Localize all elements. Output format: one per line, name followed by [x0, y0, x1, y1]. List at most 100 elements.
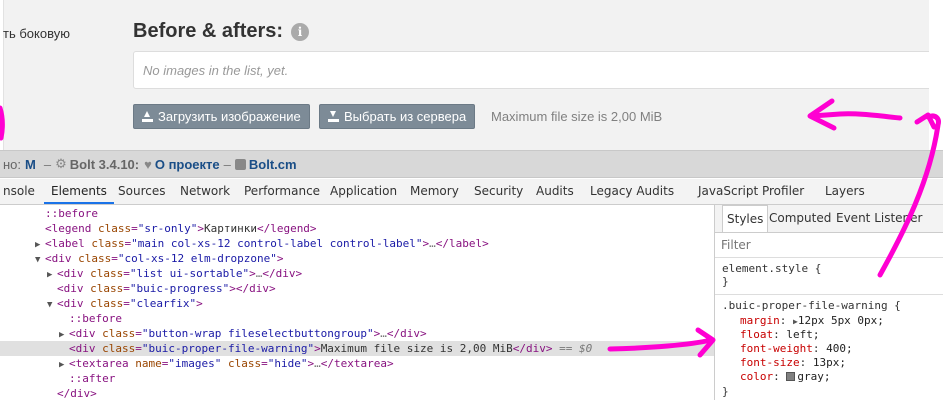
tag-close-bracket: > — [249, 267, 256, 280]
attr-name: class — [90, 282, 124, 295]
tab-elements[interactable]: Elements — [44, 179, 114, 204]
tag-open: <label — [45, 237, 85, 250]
node-text: Maximum file size is 2,00 MiB — [320, 342, 513, 355]
attr-value: "clearfix" — [129, 297, 197, 310]
footer-bolt-link[interactable]: Bolt.cm — [249, 157, 297, 172]
attr-name: class — [102, 342, 136, 355]
tab-sources[interactable]: Sources — [118, 179, 165, 204]
css-rule-selector[interactable]: .buic-proper-file-warning { — [722, 299, 901, 313]
css-decl-margin[interactable]: margin: ▶12px 5px 0px; — [740, 314, 884, 328]
tab-javascript-profiler[interactable]: JavaScript Profiler — [698, 179, 804, 204]
dom-node-pseudo[interactable]: ::after — [0, 371, 714, 386]
attr-value: "images" — [168, 357, 222, 370]
tab-layers[interactable]: Layers — [825, 179, 865, 204]
attr-name: class — [102, 327, 136, 340]
tag-open: <legend — [45, 222, 92, 235]
select-from-server-button[interactable]: Выбрать из сервера — [319, 104, 476, 129]
footer-user-link[interactable]: M — [25, 157, 36, 172]
attr-value: "list ui-sortable" — [129, 267, 250, 280]
footer-prefix: но: — [3, 156, 22, 172]
tag-end: </div> — [512, 342, 553, 355]
dom-node-clearfix[interactable]: ▼ <div class="clearfix"> — [0, 296, 714, 311]
ellipsis: … — [380, 327, 387, 340]
dom-node-legend[interactable]: <legend class="sr-only">Картинки</legend… — [0, 221, 714, 236]
dom-node-label[interactable]: ▶ <label class="main col-xs-12 control-la… — [0, 236, 714, 251]
images-empty-placeholder: No images in the list, yet. — [143, 63, 289, 78]
tag-open: <div — [57, 282, 84, 295]
tab-performance[interactable]: Performance — [244, 179, 320, 204]
ellipsis: … — [314, 357, 321, 370]
styles-filter-row — [715, 234, 943, 258]
attr-name: class — [227, 357, 262, 370]
css-value: gray; — [797, 370, 831, 383]
page-area: ть боковую Before & afters: i No images … — [0, 0, 943, 150]
section-title-text: Before & afters: — [133, 20, 284, 42]
info-icon[interactable]: i — [291, 22, 310, 41]
dom-node-progress[interactable]: <div class="buic-progress"></div> — [0, 281, 714, 296]
pseudo-before: ::before — [69, 312, 122, 325]
tag-close-bracket: > — [276, 252, 284, 265]
element-style-rule[interactable]: element.style { } — [722, 262, 821, 288]
node-text: Картинки — [203, 222, 257, 235]
tab-security[interactable]: Security — [474, 179, 523, 204]
footer-separator: – — [43, 156, 52, 172]
dom-node-list[interactable]: ▶ <div class="list ui-sortable">…</div> — [0, 266, 714, 281]
tag-open: <div — [69, 342, 96, 355]
dom-node-dropzone[interactable]: ▼ <div class="col-xs-12 elm-dropzone"> — [0, 251, 714, 266]
tab-network[interactable]: Network — [180, 179, 230, 204]
styles-pane: Styles Computed Event Listener element.s… — [715, 205, 943, 400]
footer-about-link[interactable]: О проекте — [155, 157, 220, 172]
tab-event-listeners[interactable]: Event Listener — [832, 205, 926, 232]
dom-node-pseudo[interactable]: ::before — [0, 311, 714, 326]
tag-open: <div — [57, 267, 84, 280]
attr-value: "hide" — [267, 357, 308, 370]
attr-name: class — [90, 267, 124, 280]
tab-memory[interactable]: Memory — [410, 179, 459, 204]
tab-legacy-audits[interactable]: Legacy Audits — [590, 179, 674, 204]
upload-icon — [142, 111, 153, 122]
attr-value: "buic-progress" — [129, 282, 230, 295]
tag-end: </div> — [386, 327, 427, 340]
footer-version: Bolt 3.4.10: — [69, 156, 140, 172]
tag-open: <div — [45, 252, 72, 265]
pseudo-after: ::after — [69, 372, 116, 385]
dom-node-button-wrap[interactable]: ▶ <div class="button-wrap fileselectbutto… — [0, 326, 714, 341]
tab-console[interactable]: nsole — [3, 179, 35, 204]
css-prop: font-weight — [740, 342, 813, 355]
dom-node-file-warning-selected[interactable]: <div class="buic-proper-file-warning">Ma… — [0, 341, 714, 356]
heart-icon: ♥ — [144, 156, 152, 172]
devtools-tabbar: nsole Elements Sources Network Performan… — [0, 179, 943, 205]
dom-node-textarea[interactable]: ▶ <textarea name="images" class="hide">…<… — [0, 356, 714, 371]
css-prop: font-size — [740, 356, 800, 369]
styles-filter-input[interactable] — [721, 238, 921, 252]
tag-open: <div — [57, 297, 84, 310]
sidebar-strip — [0, 0, 4, 150]
attr-name: class — [78, 252, 112, 265]
attr-name: class — [91, 237, 125, 250]
tab-application[interactable]: Application — [330, 179, 397, 204]
dom-node-close[interactable]: </div> — [0, 386, 714, 400]
tab-audits[interactable]: Audits — [536, 179, 574, 204]
tag-end: ></div> — [229, 282, 276, 295]
css-decl-font-size[interactable]: font-size: 13px; — [740, 356, 846, 370]
tag-close-bracket: > — [314, 342, 321, 355]
css-decl-color[interactable]: color: gray; — [740, 370, 831, 384]
tab-computed[interactable]: Computed — [765, 205, 835, 232]
tab-styles[interactable]: Styles — [722, 205, 769, 232]
color-swatch-icon[interactable] — [786, 372, 796, 381]
sidebar-toggle-label[interactable]: ть боковую — [3, 26, 70, 41]
css-rule-close: } — [722, 385, 729, 398]
tag-close-bracket: > — [197, 222, 204, 235]
upload-image-button[interactable]: Загрузить изображение — [133, 104, 310, 129]
images-list: No images in the list, yet. — [133, 51, 943, 89]
css-value: left; — [786, 328, 820, 341]
rule-divider — [715, 294, 943, 295]
dom-node-pseudo[interactable]: ::before — [0, 206, 714, 221]
css-decl-font-weight[interactable]: font-weight: 400; — [740, 342, 853, 356]
attr-name: name — [135, 357, 162, 370]
attr-value: "col-xs-12 elm-dropzone" — [117, 252, 277, 265]
tag-close-bracket: > — [196, 297, 203, 310]
css-decl-float[interactable]: float: left; — [740, 328, 820, 342]
attr-value: "button-wrap fileselectbuttongroup" — [141, 327, 374, 340]
attr-value: "buic-proper-file-warning" — [141, 342, 315, 355]
